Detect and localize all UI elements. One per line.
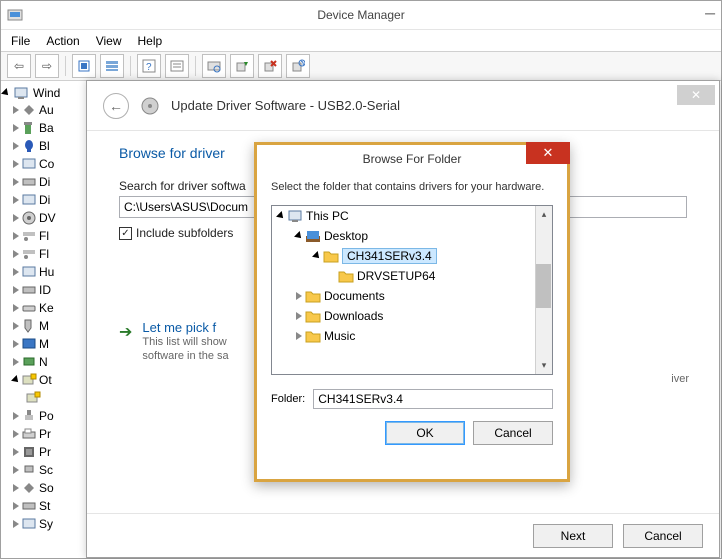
tree-music: Music [324,329,355,343]
dialog-message: Select the folder that contains drivers … [257,173,567,199]
folder-label: Folder: [271,393,305,405]
checkbox-icon: ✓ [119,227,132,240]
scroll-up-icon[interactable]: ▴ [536,206,552,223]
update-driver-icon[interactable] [230,54,254,78]
help-icon[interactable]: ? [137,54,161,78]
svg-text:?: ? [146,62,152,73]
uninstall-icon[interactable] [258,54,282,78]
pick-option-title[interactable]: Let me pick f [142,320,228,335]
scan-icon[interactable] [202,54,226,78]
window-title: Device Manager [317,8,404,22]
back-icon[interactable]: ⇦ [7,54,31,78]
wizard-title: Update Driver Software - USB2.0-Serial [171,98,400,113]
pick-option-sub1: This list will show [142,335,228,349]
cancel-button[interactable]: Cancel [473,421,553,445]
tree-documents: Documents [324,289,385,303]
titlebar[interactable]: Device Manager ─ [1,1,721,29]
cancel-button[interactable]: Cancel [623,524,703,548]
close-icon[interactable]: ✕ [677,85,715,105]
scroll-thumb[interactable] [536,264,551,308]
folder-input[interactable] [313,389,553,409]
tree-downloads: Downloads [324,309,383,323]
arrow-right-icon: ➔ [119,322,132,342]
back-button[interactable]: ← [103,93,129,119]
dialog-titlebar[interactable]: Browse For Folder ✕ [257,145,567,173]
device-manager-icon [7,7,23,23]
device-tree[interactable]: Wind Au Ba Bl Co Di Di DV Fl Fl Hu ID Ke… [1,81,87,558]
menu-help[interactable]: Help [138,34,163,48]
close-icon[interactable]: ✕ [526,142,570,164]
truncated-text: iver [671,373,689,385]
tree-desktop: Desktop [324,229,368,243]
toolbar: ⇦ ⇨ ? [1,51,721,81]
scroll-down-icon[interactable]: ▾ [536,357,552,374]
forward-icon[interactable]: ⇨ [35,54,59,78]
minimize-icon[interactable]: ─ [705,5,715,21]
ok-button[interactable]: OK [385,421,465,445]
properties-icon[interactable] [165,54,189,78]
menu-action[interactable]: Action [46,34,79,48]
dialog-title: Browse For Folder [363,152,462,166]
disable-icon[interactable] [286,54,310,78]
show-hidden-icon[interactable] [72,54,96,78]
view-icon[interactable] [100,54,124,78]
menubar: File Action View Help [1,29,721,51]
next-button[interactable]: Next [533,524,613,548]
pick-option-sub2: software in the sa [142,349,228,363]
menu-view[interactable]: View [96,34,122,48]
tree-root: Wind [33,86,60,100]
menu-file[interactable]: File [11,34,30,48]
scrollbar[interactable]: ▴ ▾ [535,206,552,374]
disk-icon [141,97,159,115]
browse-folder-dialog: Browse For Folder ✕ Select the folder th… [254,142,570,482]
folder-tree[interactable]: This PC Desktop CH341SERv3.4 DRVSETUP64 … [271,205,553,375]
tree-child-folder: DRVSETUP64 [357,269,435,283]
tree-selected-folder: CH341SERv3.4 [342,248,437,264]
tree-this-pc: This PC [306,209,349,223]
